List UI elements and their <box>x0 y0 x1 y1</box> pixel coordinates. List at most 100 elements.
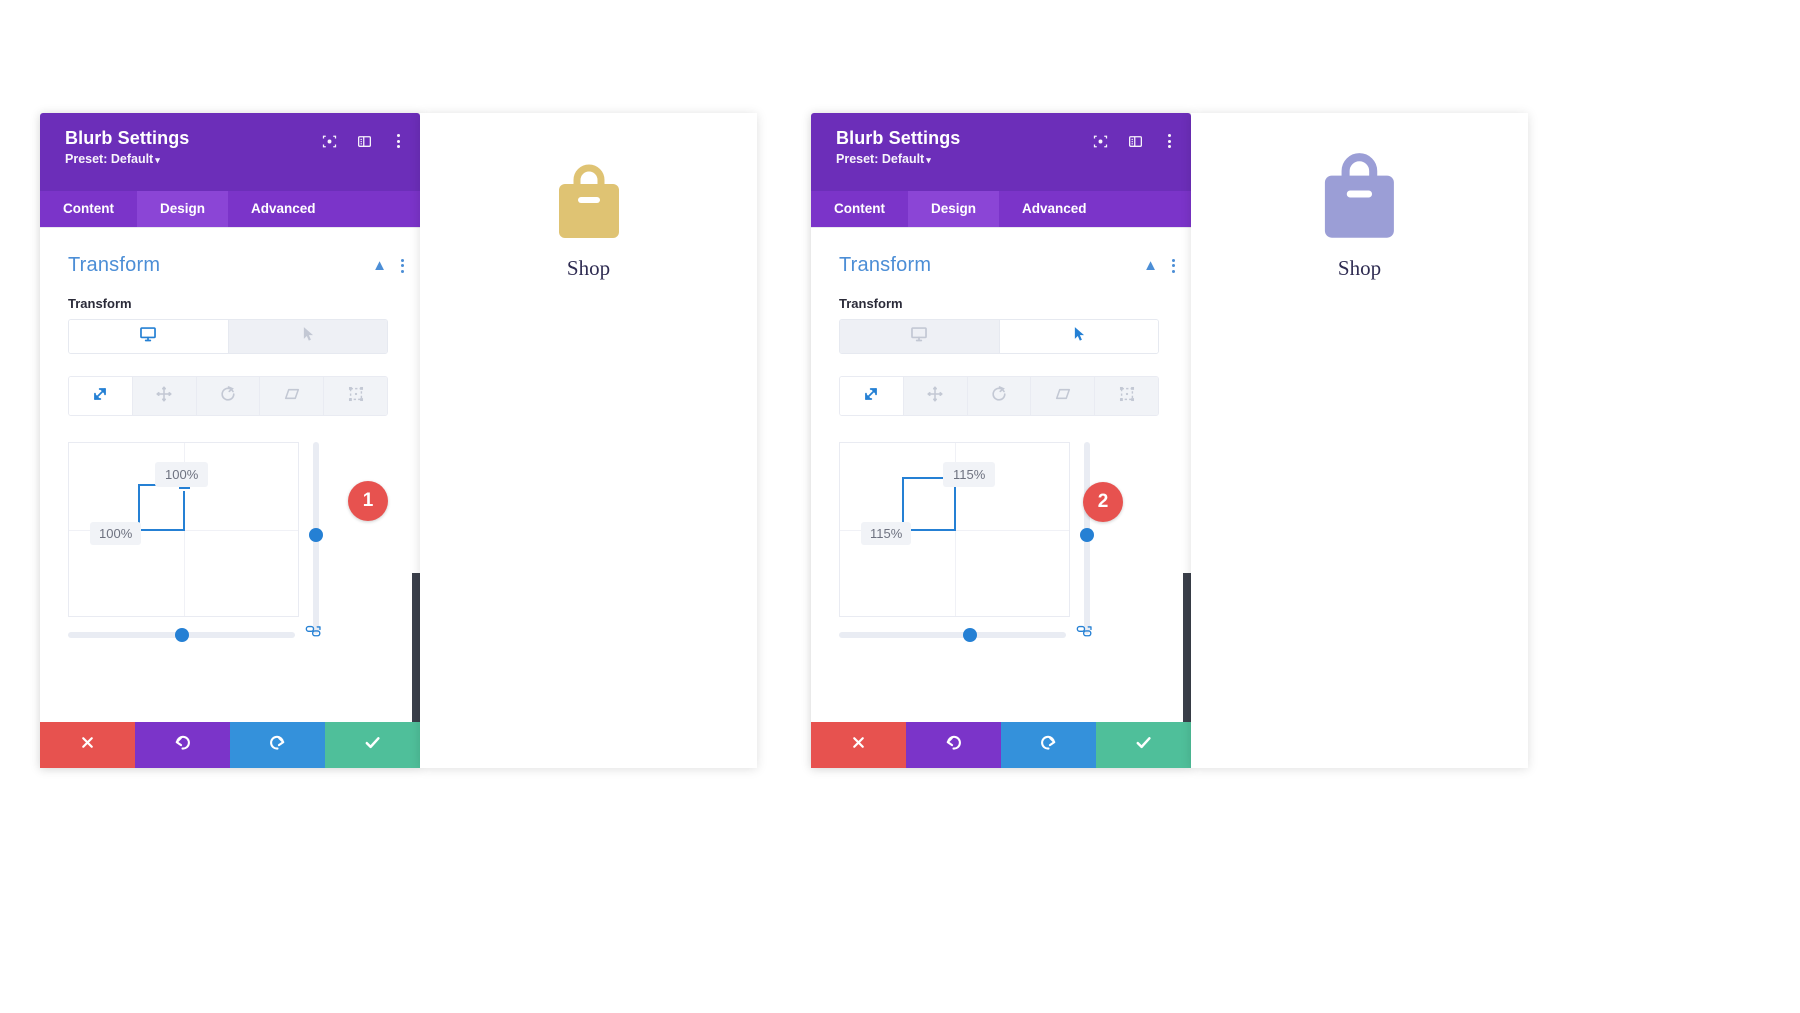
layout-columns-icon[interactable] <box>357 134 372 149</box>
undo-button[interactable] <box>135 722 230 768</box>
translate-move-icon <box>155 385 173 408</box>
scale-y-slider[interactable] <box>309 442 323 634</box>
cancel-icon <box>850 734 867 756</box>
scale-control-pad: 115% 115% <box>839 442 1164 672</box>
responsive-preview-icon[interactable] <box>1093 134 1108 149</box>
scale-y-value: 100% <box>90 522 142 545</box>
section-title: Transform <box>68 254 161 276</box>
save-button[interactable] <box>1096 722 1191 768</box>
scale-x-slider[interactable] <box>839 628 1066 642</box>
tab-advanced[interactable]: Advanced <box>228 191 339 227</box>
preset-label: Preset: Default <box>836 152 925 166</box>
shopping-bag-icon <box>1191 148 1528 240</box>
tab-content[interactable]: Content <box>811 191 908 227</box>
transform-origin-icon <box>347 385 365 408</box>
modal-action-bar <box>40 722 420 768</box>
save-button[interactable] <box>325 722 420 768</box>
scale-x-slider-knob[interactable] <box>175 628 189 642</box>
blurb-title: Shop <box>566 256 611 280</box>
modal-scrollbar[interactable] <box>1183 573 1191 722</box>
screenshot-stage: Blurb Settings Preset: Default ▾ Content D… <box>0 0 1800 1013</box>
desktop-icon <box>910 325 928 348</box>
settings-group-2: Blurb Settings Preset: Default ▾ Content D… <box>811 113 1528 768</box>
kebab-menu-icon[interactable] <box>1163 132 1176 150</box>
settings-body: Transform ▲ Transform <box>40 228 420 722</box>
blurb-settings-modal: Blurb Settings Preset: Default ▾ Content D… <box>811 113 1191 768</box>
redo-icon <box>1039 733 1058 757</box>
preset-selector[interactable]: Preset: Default ▾ <box>65 152 402 166</box>
transform-type-toolbar <box>839 376 1159 416</box>
step-number-badge: 2 <box>1083 482 1123 522</box>
redo-icon <box>268 733 287 757</box>
skew-button[interactable] <box>1030 377 1095 415</box>
state-desktop-tab[interactable] <box>69 320 228 353</box>
rotate-button[interactable] <box>966 377 1031 415</box>
translate-move-button[interactable] <box>131 377 196 415</box>
device-state-toggle <box>839 319 1159 354</box>
blurb-module[interactable]: Shop <box>420 160 757 281</box>
blurb-preview-panel: Shop <box>1191 113 1528 768</box>
tab-content[interactable]: Content <box>40 191 137 227</box>
cancel-button[interactable] <box>811 722 906 768</box>
tab-design[interactable]: Design <box>137 191 229 227</box>
modal-scrollbar[interactable] <box>412 573 420 722</box>
skew-button[interactable] <box>259 377 324 415</box>
redo-button[interactable] <box>230 722 325 768</box>
settings-group-1: Blurb Settings Preset: Default ▾ Content D… <box>40 113 757 768</box>
scale-x-slider-knob[interactable] <box>963 628 977 642</box>
state-hover-tab[interactable] <box>998 320 1158 353</box>
transform-field-label: Transform <box>839 296 903 311</box>
desktop-icon <box>139 325 157 348</box>
scale-control-pad: 100% 100% <box>68 442 393 672</box>
layout-columns-icon[interactable] <box>1128 134 1143 149</box>
state-desktop-tab[interactable] <box>840 320 999 353</box>
state-hover-tab[interactable] <box>227 320 387 353</box>
scale-x-slider[interactable] <box>68 628 295 642</box>
modal-header: Blurb Settings Preset: Default ▾ <box>811 113 1191 191</box>
blurb-preview-panel: Shop <box>420 113 757 768</box>
kebab-menu-icon[interactable] <box>392 132 405 150</box>
responsive-preview-icon[interactable] <box>322 134 337 149</box>
translate-move-button[interactable] <box>902 377 967 415</box>
translate-move-icon <box>926 385 944 408</box>
blurb-module[interactable]: Shop <box>1191 148 1528 281</box>
link-axes-icon[interactable] <box>1076 624 1093 644</box>
skew-icon <box>283 385 301 408</box>
scale-icon <box>91 385 109 408</box>
blurb-settings-modal: Blurb Settings Preset: Default ▾ Content D… <box>40 113 420 768</box>
chevron-down-icon: ▾ <box>926 155 931 165</box>
chevron-up-icon[interactable]: ▲ <box>372 258 387 273</box>
scale-button[interactable] <box>69 377 132 415</box>
save-icon <box>363 733 382 757</box>
transform-origin-button[interactable] <box>323 377 387 415</box>
scale-y-slider-knob[interactable] <box>309 528 323 542</box>
scale-y-slider-knob[interactable] <box>1080 528 1094 542</box>
transform-type-toolbar <box>68 376 388 416</box>
rotate-icon <box>990 385 1008 408</box>
shopping-bag-icon <box>420 160 757 240</box>
section-title: Transform <box>839 254 932 276</box>
section-kebab-menu-icon[interactable] <box>401 258 404 273</box>
cancel-button[interactable] <box>40 722 135 768</box>
save-icon <box>1134 733 1153 757</box>
undo-icon <box>173 733 192 757</box>
transform-origin-button[interactable] <box>1094 377 1158 415</box>
link-axes-icon[interactable] <box>305 624 322 644</box>
transform-section-header: Transform ▲ <box>811 228 1191 277</box>
settings-body: Transform ▲ Transform <box>811 228 1191 722</box>
step-number-badge: 1 <box>348 481 388 521</box>
tab-advanced[interactable]: Advanced <box>999 191 1110 227</box>
section-kebab-menu-icon[interactable] <box>1172 258 1175 273</box>
scale-preview-square <box>137 483 185 531</box>
tab-design[interactable]: Design <box>908 191 1000 227</box>
scale-button[interactable] <box>840 377 903 415</box>
preset-selector[interactable]: Preset: Default ▾ <box>836 152 1173 166</box>
chevron-up-icon[interactable]: ▲ <box>1143 258 1158 273</box>
rotate-button[interactable] <box>195 377 260 415</box>
blurb-title: Shop <box>1337 256 1382 280</box>
undo-button[interactable] <box>906 722 1001 768</box>
redo-button[interactable] <box>1001 722 1096 768</box>
scale-y-slider[interactable] <box>1080 442 1094 634</box>
preset-label: Preset: Default <box>65 152 154 166</box>
modal-header: Blurb Settings Preset: Default ▾ <box>40 113 420 191</box>
